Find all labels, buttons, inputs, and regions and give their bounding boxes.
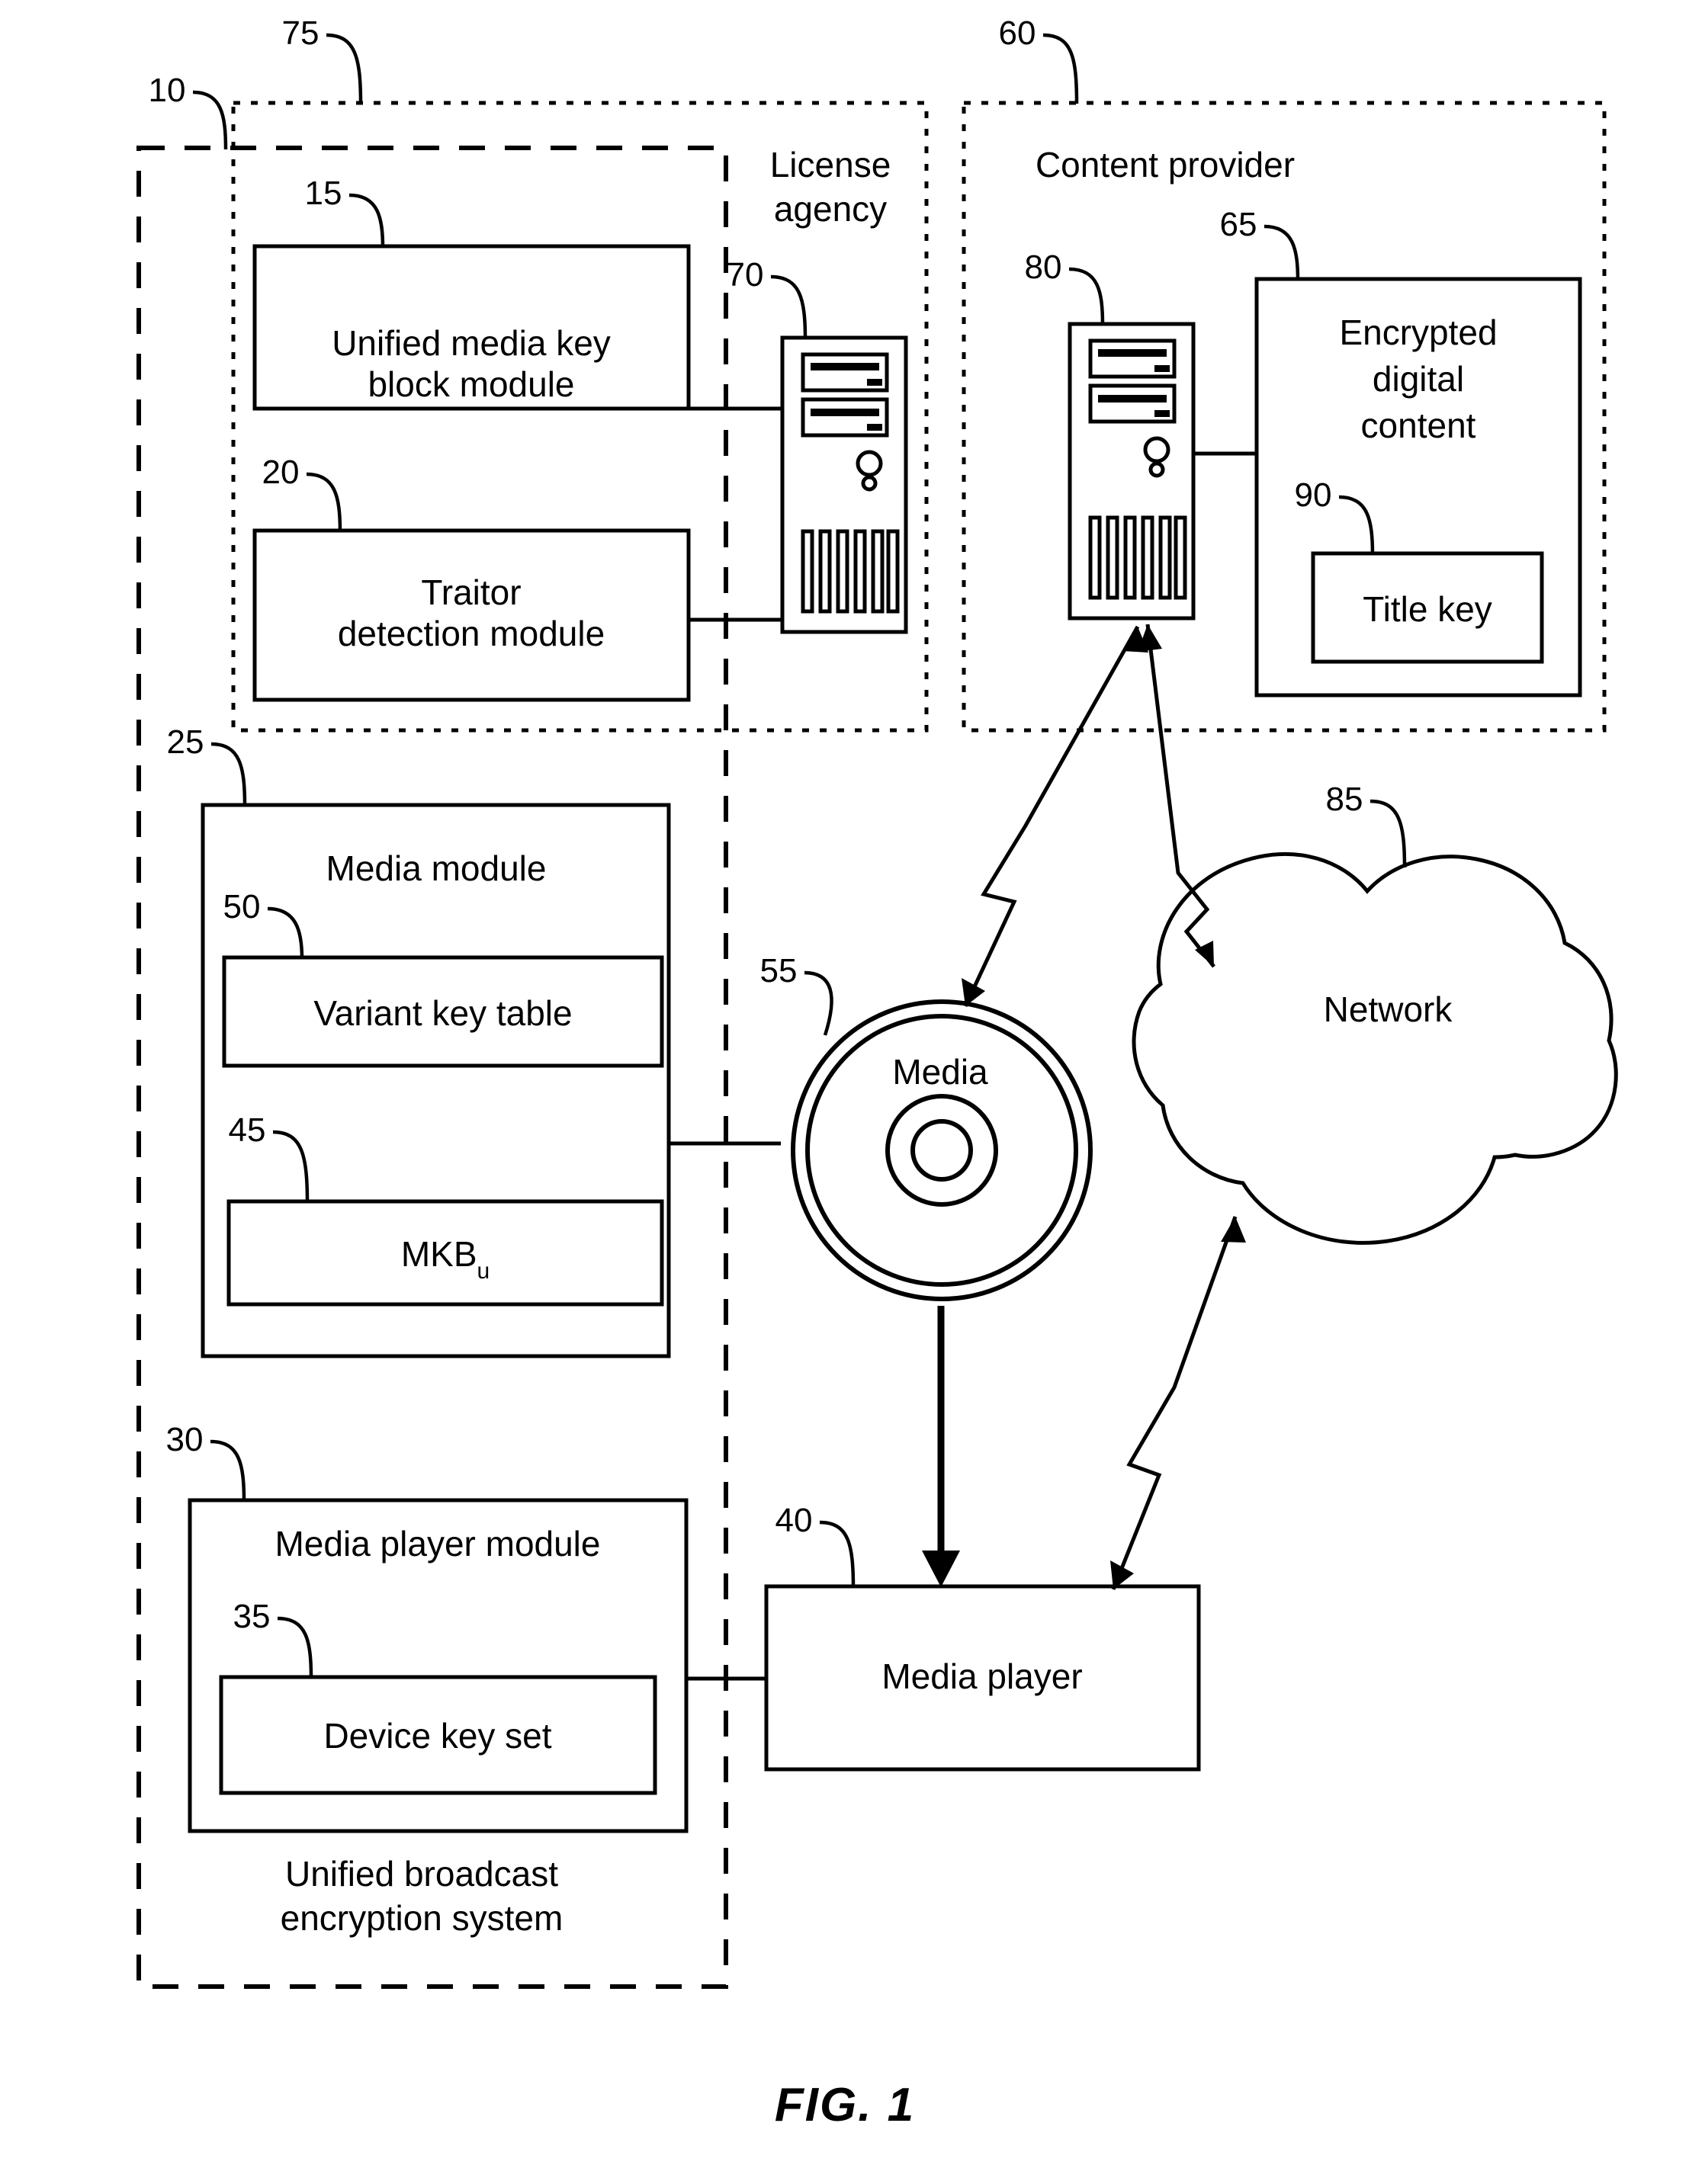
lead-line-90	[1338, 495, 1375, 556]
media-disc-label: Media	[892, 1052, 988, 1092]
box-title-key-label: Title key	[1363, 589, 1492, 629]
lead-line-75	[326, 33, 363, 104]
region-license-agency-label-line1: License	[770, 145, 891, 184]
ref-num-20: 20	[262, 454, 300, 491]
ref-num-30: 30	[166, 1421, 204, 1458]
region-license-agency-label-line2: agency	[774, 189, 887, 229]
ref-num-45: 45	[229, 1111, 266, 1149]
box-traitor-label-line1: Traitor	[421, 572, 521, 612]
ref-num-25: 25	[167, 723, 204, 761]
ref-num-55: 55	[760, 952, 798, 989]
lead-line-25	[210, 742, 247, 807]
lead-line-40	[819, 1520, 856, 1589]
box-encrypted-content-label-line1: Encrypted	[1339, 313, 1497, 352]
box-device-key-set-label: Device key set	[323, 1716, 551, 1756]
lead-line-10	[192, 90, 228, 150]
patent-figure: Unified media key block module Traitor d…	[0, 0, 1689, 2184]
box-media-module-label: Media module	[326, 848, 547, 888]
lead-line-65	[1264, 224, 1300, 281]
figure-canvas: Unified media key block module Traitor d…	[136, 14, 1618, 2131]
ref-num-60: 60	[999, 14, 1036, 52]
region-content-provider	[962, 101, 1607, 733]
ref-num-10: 10	[149, 72, 186, 109]
lead-line-20	[306, 472, 342, 533]
optical-disc-icon	[791, 999, 1093, 1301]
lead-line-45	[272, 1130, 310, 1204]
arrow-disc-to-provider-server	[962, 625, 1148, 1008]
ref-num-35: 35	[233, 1598, 271, 1635]
ref-num-85: 85	[1326, 781, 1363, 818]
box-umkb-label-line2: block module	[368, 364, 574, 404]
ref-num-40: 40	[775, 1502, 813, 1539]
ref-num-50: 50	[223, 888, 261, 925]
server-tower-icon-license-agency	[780, 335, 908, 634]
lead-line-30	[210, 1439, 246, 1503]
ref-num-70: 70	[727, 256, 764, 293]
region-system-label-line2: encryption system	[281, 1898, 564, 1938]
box-umkb-label-line1: Unified media key	[332, 323, 611, 363]
lead-line-60	[1042, 33, 1079, 104]
box-traitor-label-line2: detection module	[338, 614, 605, 653]
box-encrypted-content-label-line3: content	[1361, 406, 1476, 445]
ref-num-75: 75	[282, 14, 319, 52]
lead-line-35	[277, 1616, 313, 1679]
lead-line-50	[267, 906, 304, 960]
ref-num-90: 90	[1295, 476, 1332, 514]
arrow-disc-to-media-player	[922, 1306, 960, 1587]
lead-line-55	[804, 970, 833, 1036]
box-media-player-module-label: Media player module	[275, 1524, 600, 1563]
arrow-network-to-provider-server	[1138, 624, 1215, 968]
lead-line-15	[348, 193, 385, 249]
region-content-provider-label: Content provider	[1036, 145, 1295, 184]
box-media-player-label: Media player	[881, 1656, 1082, 1696]
lead-line-80	[1068, 267, 1105, 326]
lead-line-70	[770, 274, 808, 339]
box-mkb-label: MKBu	[401, 1234, 490, 1284]
figure-caption: FIG. 1	[775, 2079, 915, 2131]
ref-num-65: 65	[1220, 206, 1257, 243]
region-system-label-line1: Unified broadcast	[285, 1854, 558, 1894]
box-encrypted-content-label-line2: digital	[1373, 359, 1464, 399]
network-label: Network	[1324, 989, 1453, 1029]
arrow-network-to-media-player	[1110, 1216, 1246, 1590]
ref-num-80: 80	[1025, 249, 1062, 286]
lead-line-85	[1370, 799, 1407, 868]
server-tower-icon-content-provider	[1068, 322, 1196, 621]
box-variant-key-table-label: Variant key table	[313, 993, 572, 1033]
ref-num-15: 15	[305, 175, 342, 212]
